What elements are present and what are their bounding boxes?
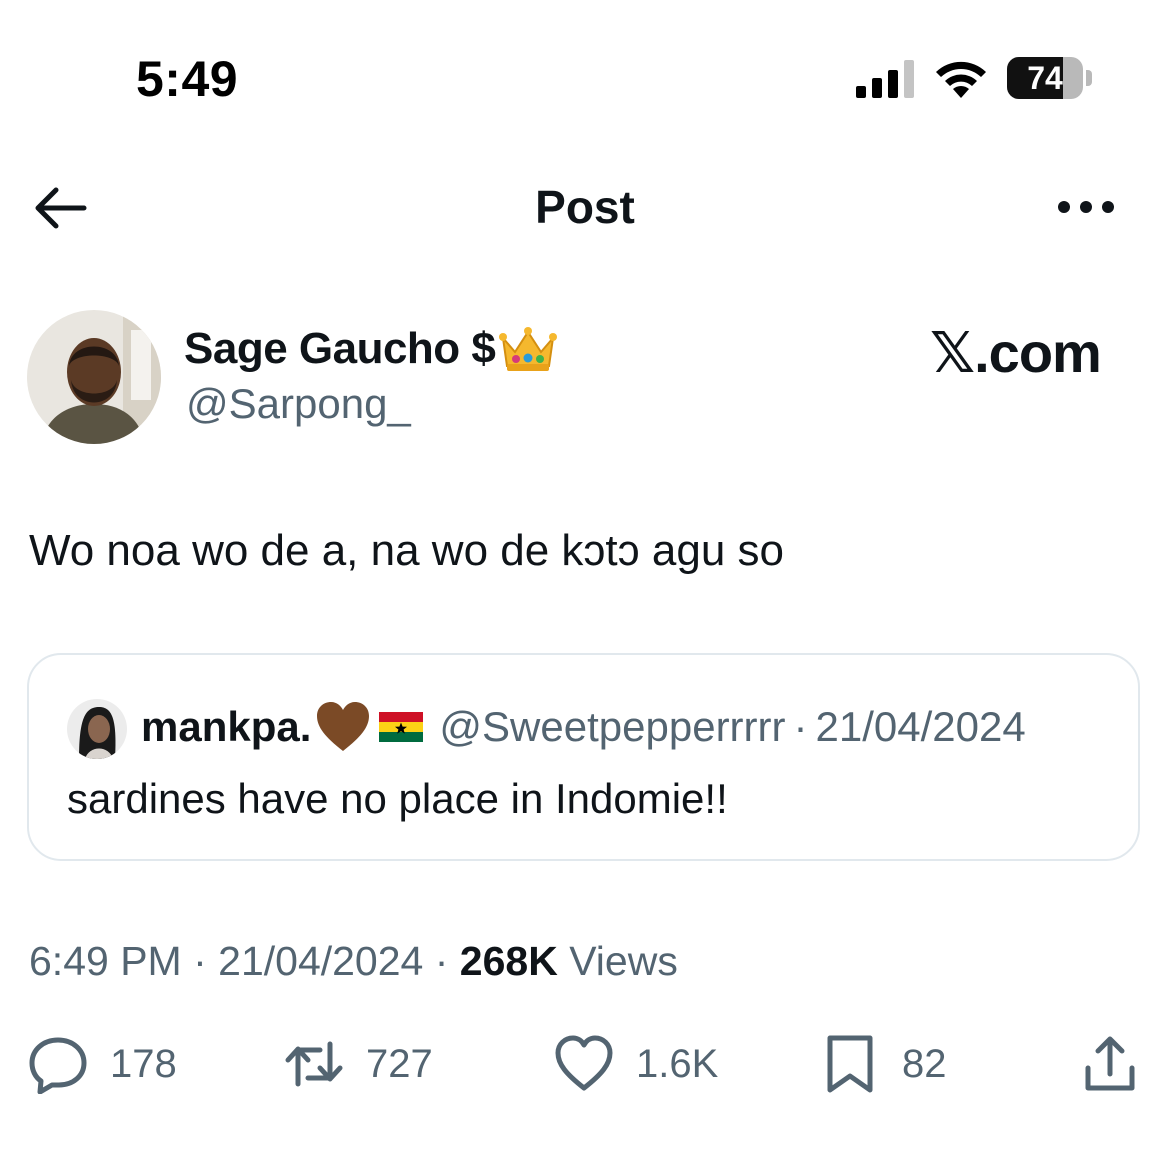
- post-meta: 6:49 PM · 21/04/2024 · 268K Views: [29, 938, 678, 985]
- repost-count: 727: [366, 1041, 433, 1086]
- post-date: 21/04/2024: [218, 938, 424, 984]
- battery-nub: [1086, 70, 1092, 86]
- status-time: 5:49: [136, 51, 239, 107]
- wifi-icon: [936, 61, 986, 98]
- reply-icon: [29, 1037, 87, 1094]
- share-button[interactable]: [1080, 1034, 1140, 1094]
- heart-icon: [555, 1035, 613, 1091]
- x-com-watermark: 𝕏.com: [930, 321, 1102, 384]
- quoted-post-card[interactable]: mankpa. @Sweetpepperrrrr · 21/04/2024 sa…: [27, 653, 1140, 861]
- ghana-flag-emoji: [379, 712, 424, 742]
- page-title: Post: [535, 181, 635, 233]
- author-display-name[interactable]: Sage Gaucho $: [184, 324, 558, 374]
- bookmark-button[interactable]: 82: [820, 1034, 947, 1094]
- like-button[interactable]: 1.6K: [554, 1034, 718, 1094]
- more-dots-icon[interactable]: [1056, 196, 1116, 218]
- author-name-text: Sage Gaucho $: [184, 324, 496, 373]
- author-handle[interactable]: @Sarpong_: [186, 380, 411, 428]
- views-label: Views: [557, 938, 678, 984]
- quoted-post-date: 21/04/2024: [815, 703, 1026, 750]
- quoted-author-name: mankpa.: [141, 703, 312, 750]
- post-text: Wo noa wo de a, na wo de kɔtɔ agu so: [29, 526, 784, 575]
- battery-body: 74: [1007, 57, 1083, 99]
- brown-heart-emoji: [317, 702, 370, 751]
- battery-indicator: 74: [1007, 57, 1093, 99]
- quoted-post-header: mankpa. @Sweetpepperrrrr · 21/04/2024: [141, 701, 1026, 753]
- views-count[interactable]: 268K: [460, 938, 558, 984]
- repost-icon: [285, 1041, 343, 1087]
- battery-percent: 74: [1027, 60, 1063, 96]
- share-icon: [1085, 1036, 1135, 1091]
- like-count: 1.6K: [636, 1041, 719, 1086]
- quoted-author-avatar: [67, 699, 127, 759]
- bookmark-count: 82: [902, 1041, 947, 1086]
- quoted-post-text: sardines have no place in Indomie!!: [67, 775, 728, 822]
- crown-emoji: [499, 327, 558, 371]
- bookmark-icon: [827, 1035, 873, 1093]
- reply-count: 178: [110, 1041, 177, 1086]
- meta-separator: ·: [423, 938, 460, 984]
- quoted-author-handle: @Sweetpepperrrrr: [439, 703, 786, 750]
- quoted-separator: ·: [793, 703, 808, 750]
- meta-separator: ·: [181, 938, 219, 984]
- author-avatar[interactable]: [27, 310, 161, 444]
- cellular-signal-icon: [856, 60, 914, 98]
- reply-button[interactable]: 178: [28, 1034, 177, 1094]
- repost-button[interactable]: 727: [284, 1034, 433, 1094]
- post-time: 6:49 PM: [29, 938, 182, 984]
